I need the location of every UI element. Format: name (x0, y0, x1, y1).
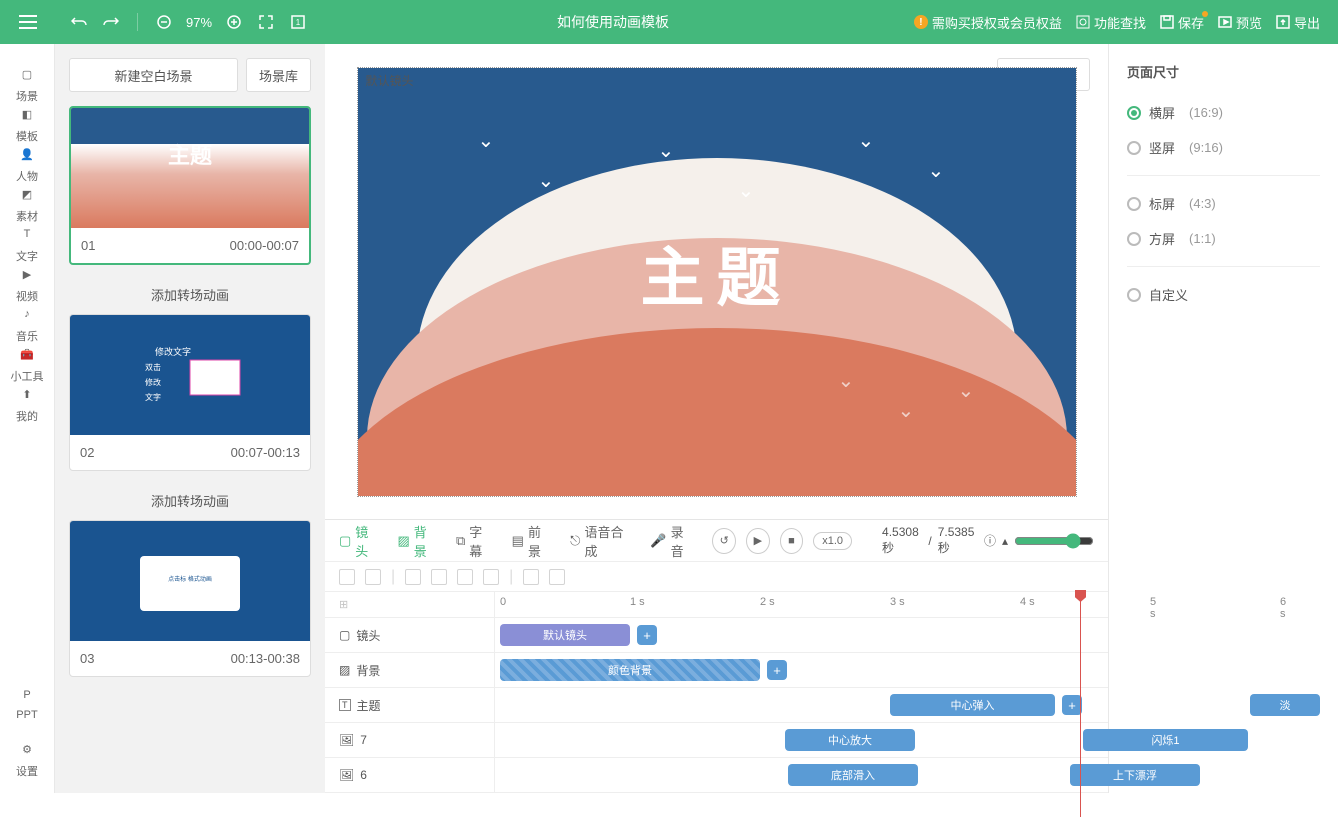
clip-float-updown[interactable]: 上下漂浮 (1070, 764, 1200, 786)
timeline-toolbar: | | (325, 562, 1108, 592)
rail-素材[interactable]: ◩素材 (11, 184, 44, 224)
rail-场景[interactable]: ▢场景 (11, 64, 44, 104)
ratio-自定义[interactable]: 自定义 (1127, 277, 1320, 312)
tab-background[interactable]: ▨背景 (397, 522, 435, 560)
document-title: 如何使用动画模板 (312, 12, 914, 32)
canvas-title-text[interactable]: 主题 (641, 226, 793, 318)
feature-search-link[interactable]: 功能查找 (1076, 13, 1146, 32)
playhead[interactable] (1080, 592, 1081, 817)
scene-card-01[interactable]: 0100:00-00:07 (69, 106, 311, 265)
distribute-h-icon[interactable] (523, 569, 539, 585)
preview-button[interactable]: 预览 (1218, 13, 1262, 32)
add-transition-button[interactable]: 添加转场动画 (69, 275, 311, 314)
rail-我的[interactable]: ⬆我的 (11, 384, 44, 424)
tab-foreground[interactable]: ▤前景 (512, 522, 550, 560)
row-label-camera: ▢镜头 (325, 618, 495, 652)
row-label-bg: ▨背景 (325, 653, 495, 687)
clip-center-zoom[interactable]: 中心放大 (785, 729, 915, 751)
canvas[interactable]: 默认镜头 ⌄ ⌄ ⌄ ⌄ ⌄ ⌄ ⌄ ⌄ ⌄ 主题 (357, 67, 1077, 497)
export-button[interactable]: 导出 (1276, 13, 1320, 32)
undo-button[interactable] (65, 8, 93, 36)
scene-card-03[interactable]: 点击标 格式动画 0300:13-00:38 (69, 520, 311, 677)
fit-screen-button[interactable] (252, 8, 280, 36)
ratio-横屏[interactable]: 横屏(16:9) (1127, 95, 1320, 130)
tab-tts[interactable]: ⎋语音合成 (570, 522, 630, 560)
tab-camera[interactable]: ▢镜头 (339, 522, 377, 560)
playback-speed[interactable]: x1.0 (813, 532, 852, 550)
add-transition-button-2[interactable]: 添加转场动画 (69, 481, 311, 520)
rail-文字[interactable]: T文字 (11, 224, 44, 264)
sort-icon[interactable] (365, 569, 381, 585)
scene-library-button[interactable]: 场景库 (246, 58, 311, 92)
right-panel: 页面尺寸 横屏(16:9)竖屏(9:16) 标屏(4:3)方屏(1:1) 自定义 (1108, 44, 1338, 793)
canvas-area: ♫背景音乐 默认镜头 ⌄ ⌄ ⌄ ⌄ ⌄ ⌄ ⌄ ⌄ ⌄ 主题 (325, 44, 1108, 519)
zoom-percent: 97% (182, 15, 216, 30)
clip-bottom-slide[interactable]: 底部滑入 (788, 764, 918, 786)
svg-text:1: 1 (296, 18, 301, 27)
row-label-title: T主题 (325, 688, 495, 722)
actual-size-button[interactable]: 1 (284, 8, 312, 36)
align-top-icon[interactable] (483, 569, 499, 585)
svg-text:点击标 格式动画: 点击标 格式动画 (168, 575, 212, 583)
add-clip-button-3[interactable]: + (1062, 695, 1082, 715)
rail-设置[interactable]: ⚙设置 (16, 739, 38, 779)
clip-center-bounce[interactable]: 中心弹入 (890, 694, 1055, 716)
svg-text:双击: 双击 (145, 362, 161, 372)
menu-button[interactable] (0, 0, 55, 44)
tab-record[interactable]: 🎤录音 (650, 522, 692, 560)
rail-人物[interactable]: 👤人物 (11, 144, 44, 184)
left-rail: ▢场景◧模板👤人物◩素材T文字▶视频♪音乐🧰小工具⬆我的 PPPT ⚙设置 (0, 44, 55, 793)
collapse-icon[interactable]: ▴ (1002, 534, 1008, 548)
stop-button[interactable]: ■ (780, 528, 804, 554)
panel-title: 页面尺寸 (1127, 62, 1320, 81)
play-button[interactable]: ▶ (746, 528, 770, 554)
rail-小工具[interactable]: 🧰小工具 (11, 344, 44, 384)
save-button[interactable]: 保存 (1160, 13, 1204, 32)
filter-icon[interactable] (339, 569, 355, 585)
new-blank-scene-button[interactable]: 新建空白场景 (69, 58, 238, 92)
rail-音乐[interactable]: ♪音乐 (11, 304, 44, 344)
scenes-panel: 新建空白场景 场景库 0100:00-00:07 添加转场动画 修改文字双击修改… (55, 44, 325, 793)
align-left-icon[interactable] (405, 569, 421, 585)
camera-label: 默认镜头 (366, 72, 414, 89)
scene-card-02[interactable]: 修改文字双击修改文字 0200:07-00:13 (69, 314, 311, 471)
info-icon[interactable]: ⓘ (984, 532, 996, 549)
clip-flash1[interactable]: 闪烁1 (1083, 729, 1248, 751)
clip-fade[interactable]: 淡 (1250, 694, 1320, 716)
clip-default-camera[interactable]: 默认镜头 (500, 624, 630, 646)
timeline-time: 4.5308 秒 / 7.5385 秒 ⓘ ▴ (882, 525, 1094, 556)
rewind-button[interactable]: ↺ (712, 528, 736, 554)
timeline-zoom-slider[interactable] (1014, 533, 1094, 549)
add-clip-button-2[interactable]: + (767, 660, 787, 680)
license-link[interactable]: !需购买授权或会员权益 (914, 13, 1062, 32)
tab-subtitle[interactable]: ⧉字幕 (456, 522, 492, 560)
row-label-7: 🖼7 (325, 723, 495, 757)
timeline: ▢镜头 ▨背景 ⧉字幕 ▤前景 ⎋语音合成 🎤录音 ↺ ▶ ■ x1.0 4.5… (325, 519, 1108, 793)
ratio-竖屏[interactable]: 竖屏(9:16) (1127, 130, 1320, 165)
zoom-out-button[interactable] (150, 8, 178, 36)
align-right-icon[interactable] (457, 569, 473, 585)
svg-text:修改文字: 修改文字 (155, 346, 191, 357)
add-clip-button[interactable]: + (637, 625, 657, 645)
zoom-in-button[interactable] (220, 8, 248, 36)
ratio-方屏[interactable]: 方屏(1:1) (1127, 221, 1320, 256)
svg-text:文字: 文字 (145, 392, 161, 402)
topbar: 97% 1 如何使用动画模板 !需购买授权或会员权益 功能查找 保存 预览 导出 (0, 0, 1338, 44)
rail-PPT[interactable]: PPPT (16, 685, 38, 721)
rail-视频[interactable]: ▶视频 (11, 264, 44, 304)
row-label-6: 🖼6 (325, 758, 495, 792)
clip-color-bg[interactable]: 颜色背景 (500, 659, 760, 681)
redo-button[interactable] (97, 8, 125, 36)
rail-模板[interactable]: ◧模板 (11, 104, 44, 144)
align-center-icon[interactable] (431, 569, 447, 585)
svg-text:修改: 修改 (145, 377, 161, 387)
ratio-标屏[interactable]: 标屏(4:3) (1127, 186, 1320, 221)
distribute-v-icon[interactable] (549, 569, 565, 585)
